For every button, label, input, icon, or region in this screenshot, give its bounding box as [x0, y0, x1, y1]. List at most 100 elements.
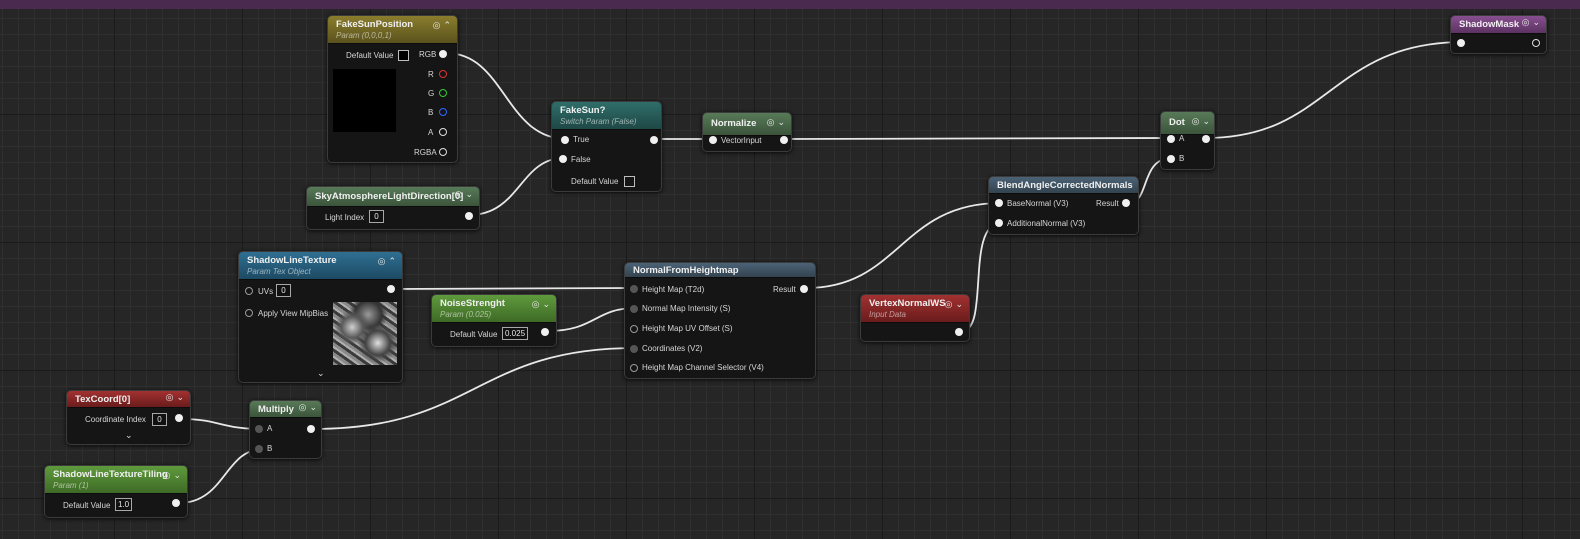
output-pin[interactable] [541, 328, 549, 336]
expand-chevron-icon[interactable]: ⌄ [317, 368, 325, 379]
default-value-checkbox[interactable] [624, 176, 635, 187]
node-normal-from-heightmap[interactable]: NormalFromHeightmap Height Map (T2d) Res… [624, 262, 816, 379]
output-pin-a[interactable] [439, 128, 447, 136]
node-header[interactable]: VertexNormalWS Input Data ◎ ⌄ [861, 295, 969, 323]
node-multiply[interactable]: Multiply ◎ ⌄ A B [249, 400, 322, 459]
node-header[interactable]: Normalize ◎ ⌄ [703, 113, 791, 136]
preview-toggle-icon[interactable]: ◎ [433, 20, 441, 30]
output-pin-g[interactable] [439, 89, 447, 97]
output-pin-result[interactable] [1122, 199, 1130, 207]
input-pin-a[interactable] [255, 425, 263, 433]
pin-label-a: A [1179, 134, 1185, 143]
preview-toggle-icon[interactable]: ◎ [767, 117, 775, 127]
node-header[interactable]: NormalFromHeightmap [625, 263, 815, 278]
input-pin-true[interactable] [561, 136, 569, 144]
node-header[interactable]: ShadowMask ◎ ⌄ [1451, 16, 1546, 34]
node-shadow-line-texture-tiling[interactable]: ShadowLineTextureTiling Param (1) ◎ ⌄ Def… [44, 465, 188, 518]
input-pin-a[interactable] [1167, 135, 1175, 143]
output-pin-rgba[interactable] [439, 148, 447, 156]
node-header[interactable]: TexCoord[0] ◎ ⌄ [67, 391, 190, 408]
node-header[interactable]: ShadowLineTexture Param Tex Object ◎ ⌃ [239, 252, 402, 280]
node-header[interactable]: FakeSun? Switch Param (False) [552, 102, 661, 130]
node-title: ShadowMask [1459, 19, 1520, 30]
preview-toggle-icon[interactable]: ◎ [455, 189, 463, 199]
color-swatch[interactable] [398, 50, 409, 61]
preview-toggle-icon[interactable]: ◎ [163, 470, 171, 480]
expand-chevron-icon[interactable]: ⌄ [176, 392, 184, 402]
output-pin[interactable] [465, 212, 473, 220]
input-pin-b[interactable] [255, 445, 263, 453]
node-header[interactable]: BlendAngleCorrectedNormals [989, 177, 1138, 194]
light-index-input[interactable]: 0 [369, 210, 384, 223]
expand-chevron-icon[interactable]: ⌄ [542, 299, 550, 309]
node-header[interactable]: SkyAtmosphereLightDirection[0] ◎ ⌄ [307, 187, 479, 207]
node-dot[interactable]: Dot ◎ ⌄ A B [1160, 111, 1215, 170]
output-pin[interactable] [650, 136, 658, 144]
expand-chevron-icon[interactable]: ⌄ [173, 470, 181, 480]
uvs-input[interactable]: 0 [276, 284, 291, 297]
input-pin-apply-mip[interactable] [245, 309, 253, 317]
input-pin-coordinates[interactable] [630, 345, 638, 353]
preview-toggle-icon[interactable]: ◎ [945, 299, 953, 309]
node-vertex-normal-ws[interactable]: VertexNormalWS Input Data ◎ ⌄ [860, 294, 970, 342]
preview-toggle-icon[interactable]: ◎ [378, 256, 386, 266]
input-pin-b[interactable] [1167, 155, 1175, 163]
node-normalize[interactable]: Normalize ◎ ⌄ VectorInput [702, 112, 792, 152]
preview-toggle-icon[interactable]: ◎ [1192, 116, 1200, 126]
node-header[interactable]: Multiply ◎ ⌄ [250, 401, 321, 418]
output-pin-b[interactable] [439, 108, 447, 116]
default-value-input[interactable]: 1.0 [115, 498, 133, 511]
output-pin-result[interactable] [800, 285, 808, 293]
expand-chevron-icon[interactable]: ⌄ [309, 402, 317, 412]
output-pin[interactable] [1202, 135, 1210, 143]
default-value-input[interactable]: 0.025 [502, 327, 529, 340]
node-fake-sun-switch[interactable]: FakeSun? Switch Param (False) True False… [551, 101, 662, 192]
expand-chevron-icon[interactable]: ⌄ [465, 189, 473, 199]
coordinate-index-input[interactable]: 0 [152, 413, 167, 426]
node-shadow-mask[interactable]: ShadowMask ◎ ⌄ [1450, 15, 1547, 54]
node-fake-sun-position[interactable]: FakeSunPosition Param (0,0,0,1) ◎ ⌃ Defau… [327, 15, 458, 163]
preview-toggle-icon[interactable]: ◎ [166, 392, 174, 402]
output-pin[interactable] [172, 499, 180, 507]
node-noise-strenght[interactable]: NoiseStrenght Param (0.025) ◎ ⌄ Default V… [431, 294, 557, 347]
node-blend-angle-corrected-normals[interactable]: BlendAngleCorrectedNormals BaseNormal (V… [988, 176, 1139, 235]
node-header[interactable]: NoiseStrenght Param (0.025) ◎ ⌄ [432, 295, 556, 323]
node-sky-atmosphere-light-direction[interactable]: SkyAtmosphereLightDirection[0] ◎ ⌄ Light … [306, 186, 480, 230]
output-pin[interactable] [175, 414, 183, 422]
node-title: Normalize [711, 118, 757, 129]
input-pin-uvs[interactable] [245, 287, 253, 295]
preview-toggle-icon[interactable]: ◎ [1522, 17, 1530, 27]
output-pin-rgb[interactable] [439, 50, 447, 58]
node-tex-coord[interactable]: TexCoord[0] ◎ ⌄ Coordinate Index 0 ⌄ [66, 390, 191, 445]
node-header[interactable]: ShadowLineTextureTiling Param (1) ◎ ⌄ [45, 466, 187, 494]
input-pin-channel[interactable] [630, 364, 638, 372]
input-pin-false[interactable] [559, 155, 567, 163]
input-pin-heightmap[interactable] [630, 285, 638, 293]
output-pin[interactable] [1532, 39, 1540, 47]
output-pin[interactable] [955, 328, 963, 336]
expand-chevron-icon[interactable]: ⌄ [1532, 17, 1540, 27]
output-pin[interactable] [780, 136, 788, 144]
collapse-chevron-icon[interactable]: ⌃ [443, 20, 451, 30]
input-pin-intensity[interactable] [630, 305, 638, 313]
preview-toggle-icon[interactable]: ◎ [299, 402, 307, 412]
output-pin[interactable] [387, 285, 395, 293]
collapse-chevron-icon[interactable]: ⌃ [388, 256, 396, 266]
expand-chevron-icon[interactable]: ⌄ [955, 299, 963, 309]
input-pin-uv-offset[interactable] [630, 325, 638, 333]
node-header[interactable]: FakeSunPosition Param (0,0,0,1) ◎ ⌃ [328, 16, 457, 44]
node-title: FakeSunPosition [336, 19, 414, 30]
pin-label-intensity: Normal Map Intensity (S) [642, 304, 731, 313]
expand-chevron-icon[interactable]: ⌄ [125, 430, 133, 441]
output-pin[interactable] [307, 425, 315, 433]
node-shadow-line-texture[interactable]: ShadowLineTexture Param Tex Object ◎ ⌃ UV… [238, 251, 403, 383]
expand-chevron-icon[interactable]: ⌄ [777, 117, 785, 127]
expand-chevron-icon[interactable]: ⌄ [1202, 116, 1210, 126]
input-pin[interactable] [1457, 39, 1465, 47]
node-header[interactable]: Dot ◎ ⌄ [1161, 112, 1214, 135]
output-pin-r[interactable] [439, 70, 447, 78]
input-pin-vector[interactable] [709, 136, 717, 144]
input-pin-basenormal[interactable] [995, 199, 1003, 207]
input-pin-additionalnormal[interactable] [995, 219, 1003, 227]
preview-toggle-icon[interactable]: ◎ [532, 299, 540, 309]
